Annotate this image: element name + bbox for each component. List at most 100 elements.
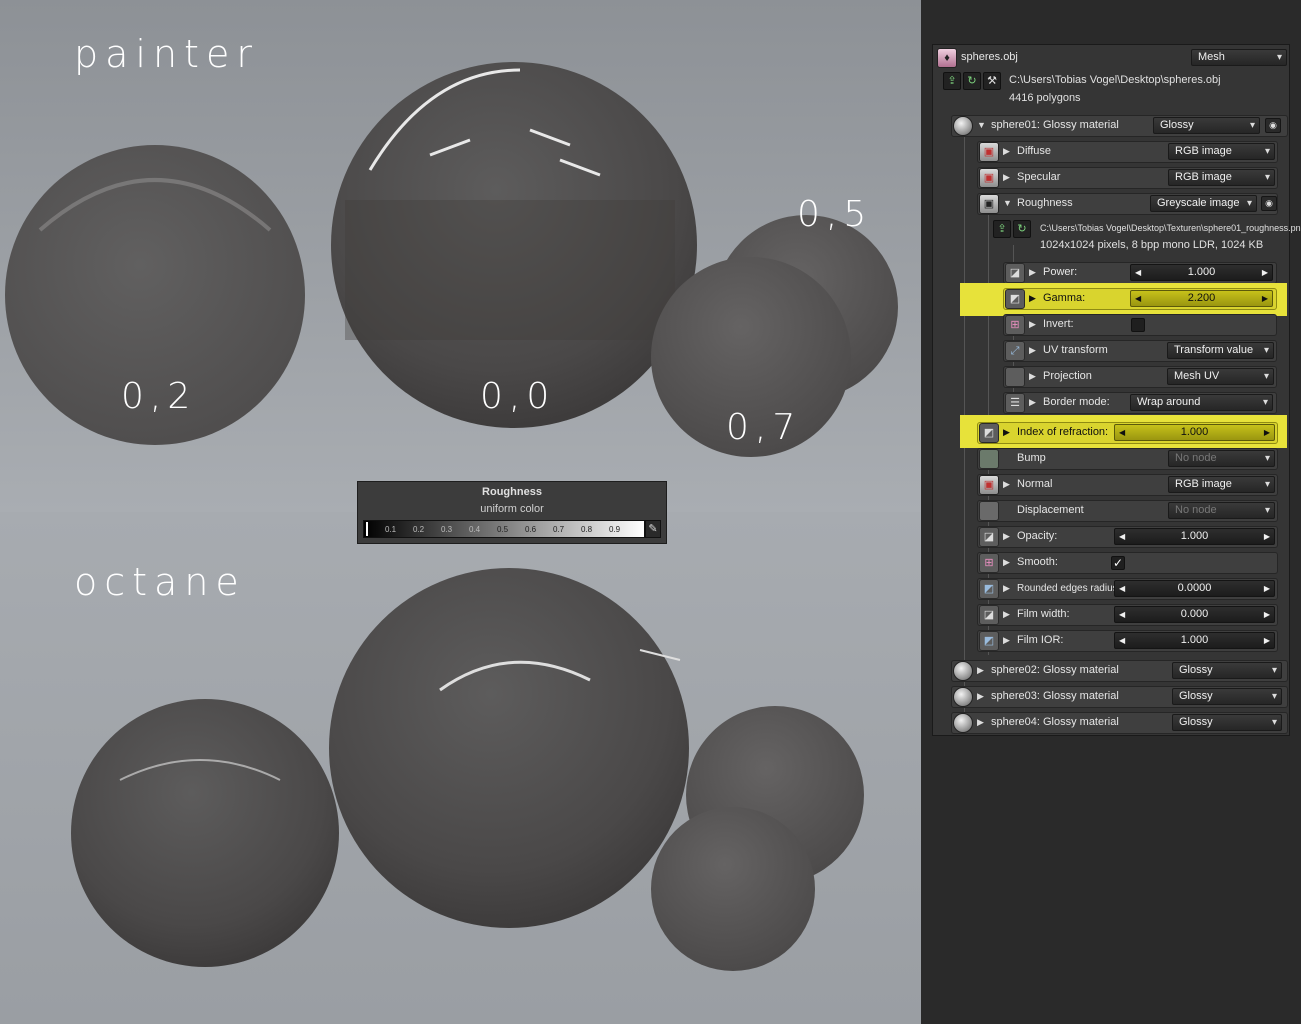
expand-arrow-icon[interactable]: ▶ — [1029, 345, 1036, 356]
rounded-edges-row[interactable]: ◩ ▶ Rounded edges radius: ◀ 0.0000 ▶ — [977, 578, 1278, 600]
film-width-value-field[interactable]: ◀ 0.000 ▶ — [1114, 606, 1275, 623]
uv-transform-select[interactable]: Transform value — [1167, 342, 1274, 359]
film-ior-row[interactable]: ◩ ▶ Film IOR: ◀ 1.000 ▶ — [977, 630, 1278, 652]
object-type-select[interactable]: Mesh — [1191, 49, 1287, 66]
ior-value-field[interactable]: ◀ 1.000 ▶ — [1114, 424, 1275, 441]
collapse-arrow-icon[interactable]: ▼ — [1003, 198, 1012, 208]
uv-transform-row[interactable]: ⤢ ▶ UV transform Transform value — [1003, 340, 1277, 362]
smooth-row[interactable]: ⊞ ▶ Smooth: ✓ — [977, 552, 1278, 574]
displacement-label: Displacement — [1017, 504, 1084, 516]
transform-icon: ⤢ — [1005, 341, 1025, 361]
material-row[interactable]: ▼ sphere01: Glossy material Glossy ◉ — [951, 115, 1288, 137]
roughness-slider-handle[interactable] — [366, 522, 368, 536]
invert-checkbox[interactable] — [1131, 318, 1145, 332]
bump-select[interactable]: No node — [1168, 450, 1275, 467]
normal-select[interactable]: RGB image — [1168, 476, 1275, 493]
normal-row[interactable]: ▣ ▶ Normal RGB image — [977, 474, 1278, 496]
expand-arrow-icon[interactable]: ▶ — [1029, 319, 1036, 330]
invert-row[interactable]: ⊞ ▶ Invert: — [1003, 314, 1277, 336]
load-icon[interactable]: ⇪ — [993, 220, 1011, 238]
roughness-tick: 0.5 — [497, 525, 509, 534]
texture-icon — [979, 449, 999, 469]
specular-row[interactable]: ▣ ▶ Specular RGB image — [977, 167, 1278, 189]
expand-arrow-icon[interactable]: ▶ — [1003, 583, 1010, 594]
roughness-tick: 0.7 — [553, 525, 565, 534]
power-value-field[interactable]: ◀ 1.000 ▶ — [1130, 264, 1273, 281]
material-type-select[interactable]: Glossy — [1172, 662, 1282, 679]
rgb-image-icon: ▣ — [979, 142, 999, 162]
material-sphere-icon — [953, 713, 973, 733]
expand-arrow-icon[interactable]: ▶ — [1003, 172, 1010, 183]
expand-arrow-icon[interactable]: ▶ — [1029, 397, 1036, 408]
roughness-row[interactable]: ▣ ▼ Roughness Greyscale image ◉ — [977, 193, 1278, 215]
opacity-label: Opacity: — [1017, 530, 1058, 542]
expand-arrow-icon[interactable]: ▶ — [1003, 635, 1010, 646]
ior-row[interactable]: ◩ ▶ Index of refraction: ◀ 1.000 ▶ — [977, 422, 1278, 444]
material-row[interactable]: ▶ sphere02: Glossy material Glossy — [951, 660, 1288, 682]
roughness-widget-subtitle: uniform color — [480, 503, 544, 515]
opacity-value-field[interactable]: ◀ 1.000 ▶ — [1114, 528, 1275, 545]
material-row[interactable]: ▶ sphere04: Glossy material Glossy — [951, 712, 1288, 734]
power-row[interactable]: ◪ ▶ Power: ◀ 1.000 ▶ — [1003, 262, 1277, 284]
expand-arrow-icon[interactable]: ▶ — [1029, 293, 1036, 304]
specular-type-select[interactable]: RGB image — [1168, 169, 1275, 186]
projection-select[interactable]: Mesh UV — [1167, 368, 1274, 385]
eye-icon[interactable]: ◉ — [1265, 118, 1281, 133]
material-type-select[interactable]: Glossy — [1172, 714, 1282, 731]
expand-arrow-icon[interactable]: ▶ — [1003, 479, 1010, 490]
expand-arrow-icon[interactable]: ▶ — [1003, 609, 1010, 620]
diffuse-row[interactable]: ▣ ▶ Diffuse RGB image — [977, 141, 1278, 163]
material-label: sphere04: Glossy material — [991, 716, 1119, 728]
expand-arrow-icon[interactable]: ▶ — [1003, 427, 1010, 438]
expand-arrow-icon[interactable]: ▶ — [1003, 557, 1010, 568]
float-icon: ◩ — [1005, 289, 1025, 309]
roughness-tick: 0.4 — [469, 525, 481, 534]
greyscale-image-icon: ▣ — [979, 194, 999, 214]
smooth-checkbox[interactable]: ✓ — [1111, 556, 1125, 570]
displacement-row[interactable]: Displacement No node — [977, 500, 1278, 522]
rounded-edges-value-field[interactable]: ◀ 0.0000 ▶ — [1114, 580, 1275, 597]
diffuse-label: Diffuse — [1017, 145, 1052, 157]
film-ior-value-field[interactable]: ◀ 1.000 ▶ — [1114, 632, 1275, 649]
reload-icon[interactable]: ↻ — [1013, 220, 1031, 238]
expand-arrow-icon[interactable]: ▶ — [1003, 531, 1010, 542]
opacity-row[interactable]: ◪ ▶ Opacity: ◀ 1.000 ▶ — [977, 526, 1278, 548]
projection-row[interactable]: ▶ Projection Mesh UV — [1003, 366, 1277, 388]
normal-label: Normal — [1017, 478, 1053, 490]
expand-arrow-icon[interactable]: ▶ — [1003, 146, 1010, 157]
wrench-icon[interactable]: ⚒ — [983, 72, 1001, 90]
expand-arrow-icon[interactable]: ▶ — [1029, 371, 1036, 382]
roughness-tick: 0.3 — [441, 525, 453, 534]
diffuse-type-select[interactable]: RGB image — [1168, 143, 1275, 160]
expand-arrow-icon[interactable]: ▶ — [977, 665, 984, 676]
reload-icon[interactable]: ↻ — [963, 72, 981, 90]
expand-arrow-icon[interactable]: ▶ — [977, 691, 984, 702]
uv-transform-label: UV transform — [1043, 344, 1108, 356]
film-ior-label: Film IOR: — [1017, 634, 1064, 646]
inspector-box: ♦ spheres.obj Mesh ⇪ ↻ ⚒ C:\Users\Tobias… — [932, 44, 1301, 736]
bump-row[interactable]: Bump No node — [977, 448, 1278, 470]
expand-arrow-icon[interactable]: ▶ — [977, 717, 984, 728]
color-picker-icon[interactable]: ✎ — [645, 520, 661, 538]
border-mode-row[interactable]: ☰ ▶ Border mode: Wrap around — [1003, 392, 1277, 414]
load-icon[interactable]: ⇪ — [943, 72, 961, 90]
displacement-select[interactable]: No node — [1168, 502, 1275, 519]
gamma-value-field[interactable]: ◀ 2.200 ▶ — [1130, 290, 1273, 307]
material-type-select[interactable]: Glossy — [1153, 117, 1260, 134]
roughness-tick: 0.1 — [385, 525, 397, 534]
border-mode-select[interactable]: Wrap around — [1130, 394, 1273, 411]
material-type-select[interactable]: Glossy — [1172, 688, 1282, 705]
roughness-slider[interactable]: 0.1 0.2 0.3 0.4 0.5 0.6 0.7 0.8 0.9 — [363, 520, 645, 538]
eye-icon[interactable]: ◉ — [1261, 196, 1277, 211]
material-row[interactable]: ▶ sphere03: Glossy material Glossy — [951, 686, 1288, 708]
film-width-row[interactable]: ◪ ▶ Film width: ◀ 0.000 ▶ — [977, 604, 1278, 626]
collapse-arrow-icon[interactable]: ▼ — [977, 120, 986, 130]
roughness-label: Roughness — [1017, 197, 1073, 209]
specular-label: Specular — [1017, 171, 1061, 183]
float-icon: ◪ — [1005, 263, 1025, 283]
float-icon: ◩ — [979, 631, 999, 651]
expand-arrow-icon[interactable]: ▶ — [1029, 267, 1036, 278]
gamma-row[interactable]: ◩ ▶ Gamma: ◀ 2.200 ▶ — [1003, 288, 1277, 310]
roughness-type-select[interactable]: Greyscale image — [1150, 195, 1257, 212]
object-row[interactable]: ♦ spheres.obj Mesh — [937, 47, 1287, 69]
